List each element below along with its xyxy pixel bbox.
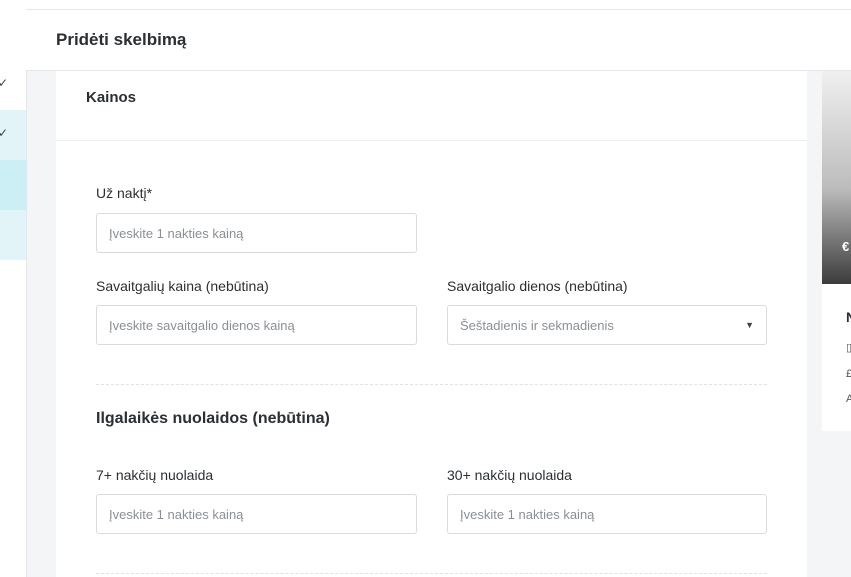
divider [96, 384, 767, 385]
top-bar [26, 0, 851, 10]
preview-title: N [846, 309, 851, 325]
section-title-prices: Kainos [86, 89, 137, 106]
weekend-price-label: Savaitgalių kaina (nebūtina) [96, 278, 269, 294]
check-icon: ✓ [0, 76, 9, 90]
sidebar-item-1[interactable]: ✓ [0, 60, 26, 110]
weekend-days-value: Šeštadienis ir sekmadienis [460, 317, 614, 333]
check-icon: ✓ [0, 126, 9, 140]
preview-text: £ [846, 368, 851, 380]
pricing-card: Kainos Už naktį* Savaitgalių kaina (nebū… [56, 71, 807, 577]
sidebar-item-4[interactable] [0, 210, 26, 260]
month-discount-input[interactable] [447, 494, 767, 534]
page-title: Pridėti skelbimą [56, 30, 187, 49]
per-night-price-input[interactable] [96, 213, 417, 253]
weekend-days-label: Savaitgalio dienos (nebūtina) [447, 278, 628, 294]
listing-preview-card: € N ▯ £ A [822, 71, 851, 431]
month-discount-label: 30+ nakčių nuolaida [447, 467, 572, 483]
euro-icon: € [842, 239, 850, 254]
divider [96, 573, 767, 574]
weekend-price-input[interactable] [96, 305, 417, 345]
per-night-label: Už naktį* [96, 185, 153, 201]
preview-text: A [846, 393, 851, 405]
page-header: Pridėti skelbimą [26, 10, 851, 71]
card-header: Kainos [56, 71, 807, 141]
sidebar: ✓ ✓ [0, 0, 27, 577]
calendar-icon: ▯ [846, 342, 851, 354]
caret-down-icon: ▼ [745, 320, 754, 330]
weekend-days-select[interactable]: Šeštadienis ir sekmadienis ▼ [447, 305, 767, 345]
sidebar-item-3-active[interactable] [0, 160, 26, 210]
week-discount-label: 7+ nakčių nuolaida [96, 467, 214, 483]
week-discount-input[interactable] [96, 494, 417, 534]
discounts-title: Ilgalaikės nuolaidos (nebūtina) [96, 410, 330, 427]
sidebar-item-2[interactable]: ✓ [0, 110, 26, 160]
